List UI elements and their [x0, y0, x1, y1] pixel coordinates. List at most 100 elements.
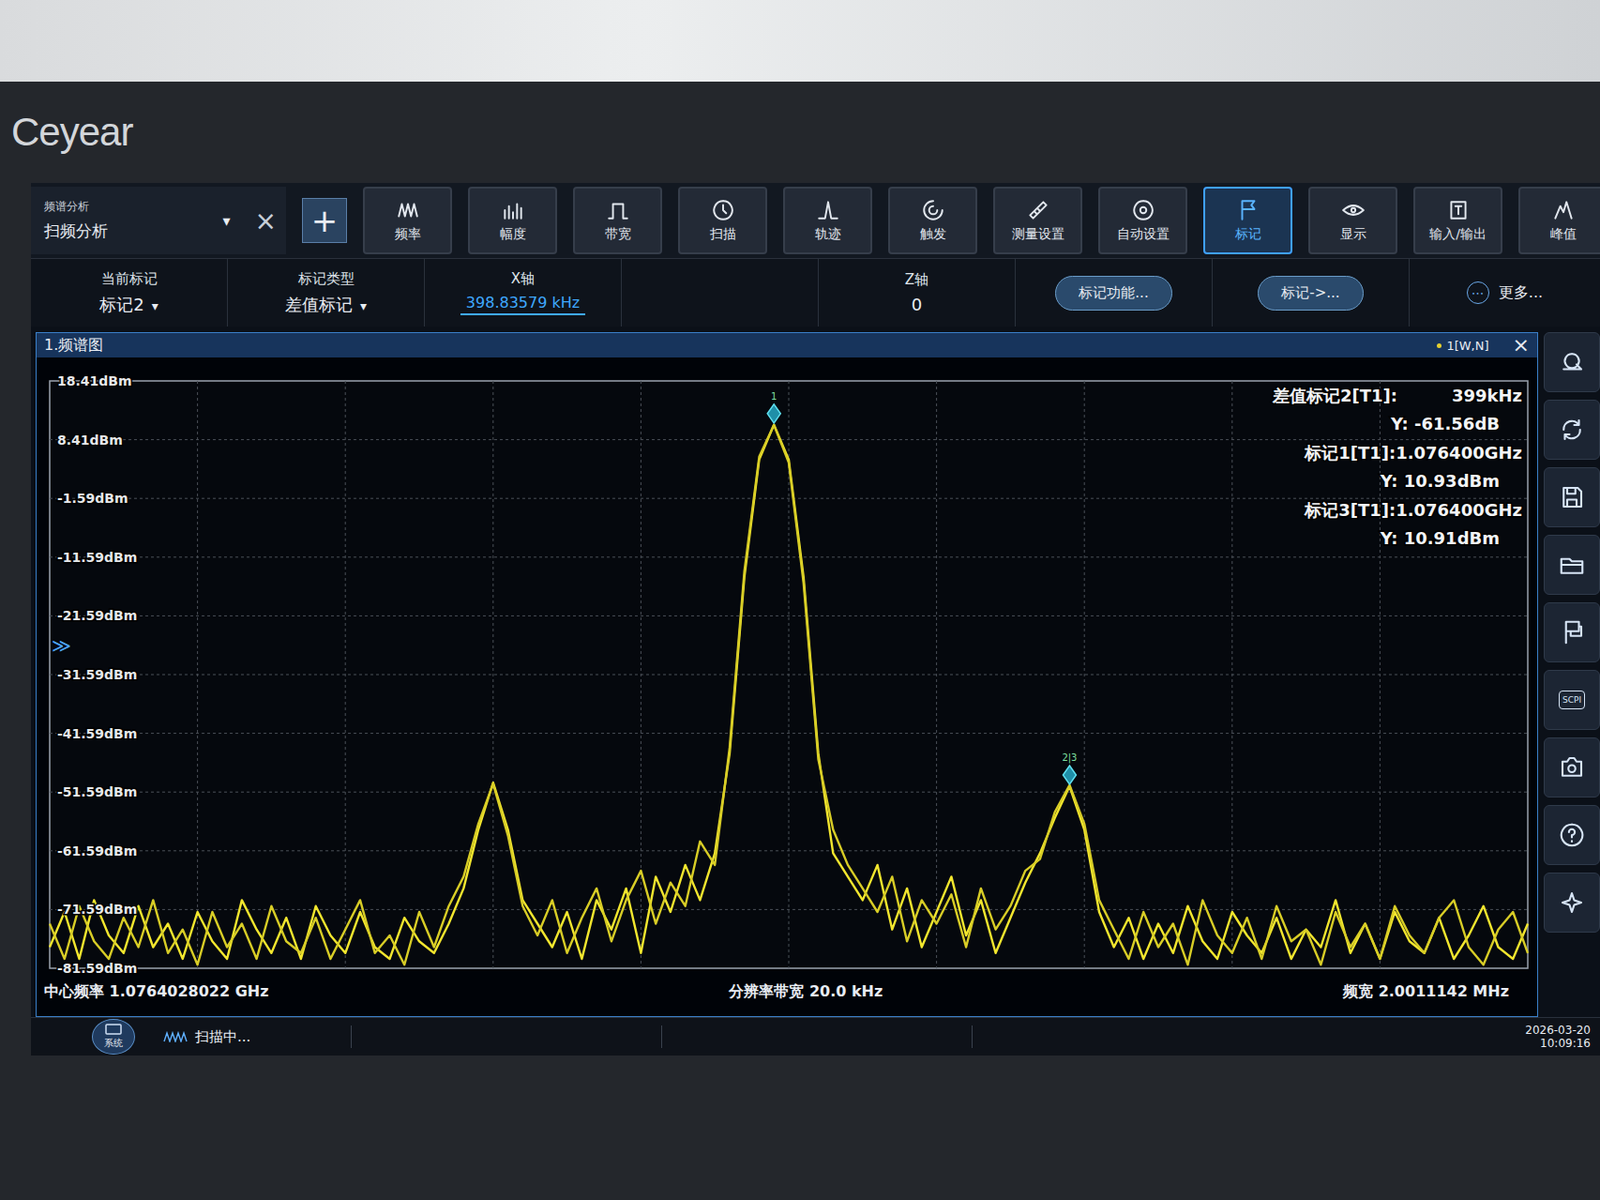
- tool-icon: [395, 197, 421, 223]
- more-icon: ⋯: [1466, 281, 1490, 304]
- side-tool-button[interactable]: [1543, 737, 1600, 798]
- marker-readout: 标记3[T1]:1.076400GHzY: 10.91dBm: [1303, 499, 1523, 548]
- marker-readout: 标记1[T1]:1.076400GHz Y: 10.93dBm: [1303, 442, 1523, 491]
- tool-icon: [920, 197, 946, 223]
- marker[interactable]: 2|3: [1061, 752, 1077, 785]
- y-tick: 18.41dBm: [57, 373, 133, 389]
- grid-line: [345, 380, 347, 968]
- marker-type[interactable]: 标记类型 差值标记▾: [227, 258, 425, 327]
- side-tool-button[interactable]: [1543, 534, 1600, 595]
- y-tick: -21.59dBm: [57, 607, 137, 623]
- y-tick: -1.59dBm: [57, 490, 129, 506]
- toolbar-button[interactable]: 输入/输出: [1413, 186, 1503, 255]
- marker-diamond-icon: [1062, 765, 1076, 785]
- grid-line: [935, 380, 937, 968]
- toolbar-button[interactable]: 带宽: [573, 186, 663, 255]
- side-tool-button[interactable]: [1543, 332, 1600, 393]
- side-tool-button[interactable]: [1543, 872, 1600, 933]
- dropdown-arrow[interactable]: ▾: [223, 211, 231, 230]
- toolbar-button[interactable]: 扫描: [678, 186, 768, 255]
- tool-icon: [815, 197, 841, 223]
- side-tool-icon: [1557, 550, 1586, 579]
- tool-icon: [1131, 197, 1156, 223]
- z-axis-field[interactable]: Z轴 0: [818, 258, 1016, 327]
- grid-line: [49, 615, 1528, 617]
- toolbar-button[interactable]: 幅度: [467, 186, 558, 255]
- tool-icon: [500, 197, 526, 223]
- toolbar-button[interactable]: 频率: [362, 186, 453, 255]
- spectrum-panel: 1.频谱图 1[W,N] × 12|318.41dBm8.41dBm-1.59d…: [35, 332, 1539, 1017]
- toolbar-button[interactable]: 测量设置: [993, 186, 1083, 255]
- span: 频宽 2.0011142 MHz: [1343, 981, 1510, 1002]
- toolbar-button[interactable]: 轨迹: [783, 186, 873, 255]
- grid-line: [1379, 380, 1381, 968]
- marker[interactable]: 1: [767, 391, 781, 423]
- side-tool-icon: [1557, 347, 1586, 377]
- y-tick: -71.59dBm: [57, 901, 137, 917]
- toolbar-button[interactable]: 自动设置: [1098, 186, 1188, 255]
- mode-selector[interactable]: 频谱分析 扫频分析 ▾ ×: [30, 186, 287, 255]
- screen: 频谱分析 扫频分析 ▾ × + 频率 幅度 带宽 扫描 轨迹 触发 测量设置 自…: [30, 182, 1600, 1056]
- y-tick: -31.59dBm: [57, 666, 137, 682]
- toolbar-button[interactable]: 峰值: [1518, 186, 1600, 255]
- marker-bar: 当前标记 标记2▾ 标记类型 差值标记▾ X轴 398.83579 kHz Z轴…: [30, 257, 1600, 327]
- side-tool-button[interactable]: [1543, 602, 1600, 663]
- side-tool-button[interactable]: [1543, 399, 1600, 460]
- toolbar: 频谱分析 扫频分析 ▾ × + 频率 幅度 带宽 扫描 轨迹 触发 测量设置 自…: [30, 182, 1600, 258]
- side-tool-button[interactable]: [1543, 804, 1600, 865]
- trace-line: [49, 424, 1528, 965]
- grid-line: [196, 380, 198, 968]
- side-toolbar: SCPI: [1543, 332, 1600, 1017]
- side-tool-icon: [1557, 820, 1586, 849]
- instrument-bezel: Ceyear 频谱分析 扫频分析 ▾ × + 频率 幅度 带宽 扫描 轨迹 触发…: [0, 81, 1600, 1200]
- sweep-state: 扫描中...: [195, 1027, 251, 1046]
- marker-readout: 差值标记2[T1]:399kHzY: -61.56dB: [1271, 385, 1523, 434]
- marker-diamond-icon: [767, 404, 781, 423]
- trace-dot-icon: [1436, 343, 1442, 348]
- system-button[interactable]: 系统: [91, 1018, 136, 1055]
- side-tool-icon: [1557, 415, 1586, 444]
- y-tick: -11.59dBm: [57, 549, 137, 565]
- y-tick: 8.41dBm: [57, 432, 123, 448]
- grid-line: [1084, 380, 1086, 968]
- grid-line: [640, 380, 642, 968]
- svg-text:399kHz: 399kHz: [1451, 385, 1523, 406]
- svg-text:Y: 10.93dBm: Y: 10.93dBm: [1379, 470, 1500, 491]
- close-button[interactable]: ×: [255, 205, 277, 237]
- device-photo: Ceyear 频谱分析 扫频分析 ▾ × + 频率 幅度 带宽 扫描 轨迹 触发…: [0, 0, 1600, 1200]
- grid-line: [1231, 380, 1233, 968]
- marker-function-button[interactable]: 标记->...: [1257, 275, 1363, 311]
- sweep-icon: [163, 1030, 188, 1042]
- system-icon: [105, 1023, 122, 1037]
- trace-line: [49, 424, 1528, 959]
- panel-close-button[interactable]: ×: [1512, 334, 1530, 356]
- y-tick: -61.59dBm: [57, 843, 137, 859]
- svg-text:标记1[T1]:1.076400GHz: 标记1[T1]:1.076400GHz: [1303, 442, 1523, 463]
- scpi-icon: SCPI: [1558, 690, 1585, 710]
- brand-logo: Ceyear: [11, 109, 133, 155]
- tool-icon: [1551, 197, 1576, 223]
- x-axis-field[interactable]: X轴 398.83579 kHz: [424, 258, 622, 327]
- side-tool-button[interactable]: [1543, 467, 1600, 528]
- grid-line: [49, 732, 1528, 734]
- toolbar-button[interactable]: 标记: [1203, 186, 1293, 255]
- tool-icon: [1026, 197, 1051, 223]
- grid-line: [49, 498, 1528, 499]
- toolbar-button[interactable]: 触发: [888, 186, 978, 255]
- reference-level-mark: ≫: [51, 633, 72, 657]
- toolbar-button[interactable]: 显示: [1308, 186, 1398, 255]
- marker-function-button[interactable]: 标记功能...: [1055, 275, 1172, 311]
- side-tool-icon: [1557, 483, 1586, 512]
- side-tool-button[interactable]: SCPI: [1543, 669, 1600, 730]
- side-tool-icon: [1557, 753, 1586, 782]
- side-tool-icon: [1557, 888, 1586, 917]
- tool-icon: [1236, 197, 1261, 223]
- tool-icon: [1341, 197, 1366, 223]
- spectrum-chart[interactable]: 1 2|3 18.41dBm 8.41dBm -1.59dBm -11.59dBm -21.…: [36, 357, 1538, 977]
- more-button[interactable]: ⋯ 更多...: [1409, 258, 1600, 327]
- tool-icon: [1446, 197, 1471, 223]
- add-button[interactable]: +: [301, 197, 348, 243]
- current-marker[interactable]: 当前标记 标记2▾: [30, 258, 228, 327]
- svg-text:2|3: 2|3: [1061, 752, 1077, 764]
- svg-text:1: 1: [770, 391, 777, 402]
